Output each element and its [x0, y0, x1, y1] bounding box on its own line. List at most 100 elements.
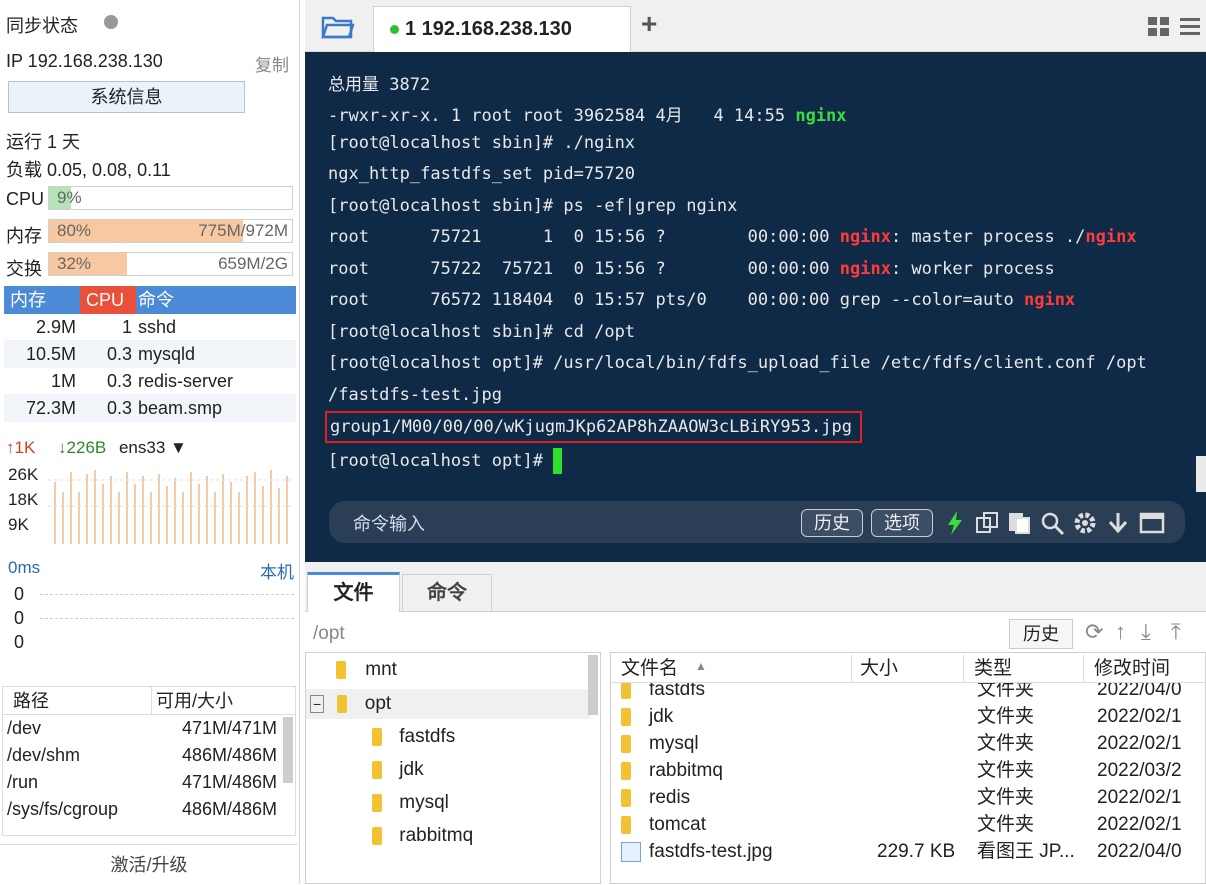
sync-status-label: 同步状态 — [6, 16, 78, 36]
table-row[interactable]: jdk 文件夹 2022/02/1 — [611, 703, 1205, 730]
file-modified: 2022/04/0 — [1097, 841, 1182, 862]
add-tab-button[interactable]: + — [641, 8, 657, 40]
command-input[interactable]: 命令输入 — [353, 510, 425, 536]
terminal-highlight: nginx — [839, 227, 891, 247]
tab-commands[interactable]: 命令 — [402, 574, 492, 612]
activate-upgrade-button[interactable]: 激活/升级 — [0, 844, 298, 884]
col-path[interactable]: 路径 — [13, 687, 49, 715]
download-icon[interactable]: ⤓ — [1141, 619, 1151, 645]
arrow-up-icon[interactable]: ↑ — [1115, 619, 1126, 645]
terminal-highlight: nginx — [1085, 227, 1137, 247]
current-path[interactable]: /opt — [313, 623, 345, 645]
folder-icon — [337, 694, 348, 713]
proc-cpu: 0.3 — [106, 371, 132, 391]
col-type[interactable]: 类型 — [963, 655, 1012, 682]
table-row[interactable]: fastdfs-test.jpg 229.7 KB 看图王 JP... 2022/04… — [611, 838, 1205, 865]
file-list: 文件名 ▲ 大小 类型 修改时间 fastdfs 文件夹 2022/04/0 jdk 文件… — [610, 652, 1206, 884]
proc-cmd: mysqld — [138, 344, 196, 364]
terminal-prompt: [root@localhost opt]# — [328, 448, 563, 474]
dropdown-icon[interactable]: ▼ — [165, 438, 187, 457]
tree-label: jdk — [399, 759, 424, 780]
table-row[interactable]: /dev 471M/471M — [3, 715, 295, 742]
disk-scrollbar[interactable] — [283, 717, 293, 783]
file-modified: 2022/02/1 — [1097, 814, 1182, 835]
tree-item-fastdfs[interactable]: fastdfs — [372, 726, 455, 748]
tree-item-rabbitmq[interactable]: rabbitmq — [372, 825, 473, 847]
splitter[interactable] — [305, 562, 1206, 572]
tree-item-opt[interactable]: − opt — [310, 693, 391, 715]
table-row[interactable]: redis 文件夹 2022/02/1 — [611, 784, 1205, 811]
tree-item-mysql[interactable]: mysql — [372, 792, 449, 814]
folder-icon — [621, 784, 631, 811]
file-name: fastdfs-test.jpg — [649, 841, 773, 862]
lightning-icon[interactable] — [945, 510, 965, 536]
terminal-text: root 76572 118404 0 15:57 pts/0 00:00:00… — [328, 290, 1024, 310]
tab-session[interactable]: 1 192.168.238.130 — [373, 6, 631, 53]
swap-detail: 659M/2G — [218, 254, 288, 273]
folder-icon — [621, 811, 631, 838]
table-row[interactable]: 1M 0.3 redis-server — [4, 368, 296, 395]
upload-icon[interactable]: ⤒ — [1171, 619, 1181, 645]
proc-cpu: 0.3 — [106, 344, 132, 364]
col-size[interactable]: 大小 — [851, 655, 898, 682]
table-row[interactable]: /sys/fs/cgroup 486M/486M — [3, 796, 295, 823]
system-info-button[interactable]: 系统信息 — [8, 81, 245, 113]
directory-tree: mnt − opt fastdfs jdk mysql rabbitmq — [305, 652, 601, 884]
swap-value: 32% — [57, 254, 92, 273]
swap-bar: 32% 659M/2G — [48, 252, 293, 276]
disk-path: /dev — [7, 718, 42, 738]
options-button[interactable]: 选项 — [871, 509, 933, 537]
file-modified: 2022/02/1 — [1097, 787, 1182, 808]
path-history-button[interactable]: 历史 — [1009, 619, 1073, 649]
col-cmd[interactable]: 命令 — [138, 286, 174, 314]
table-row[interactable]: 2.9M 1 sshd — [4, 314, 296, 341]
table-row[interactable]: 72.3M 0.3 beam.smp — [4, 395, 296, 422]
collapse-icon[interactable]: − — [310, 695, 325, 713]
copy-icon[interactable] — [975, 512, 1001, 534]
ping-value: 0 — [14, 608, 25, 628]
terminal-scrollbar[interactable] — [1196, 456, 1206, 492]
proc-mem: 1M — [50, 371, 76, 391]
col-mem[interactable]: 内存 — [10, 286, 46, 314]
table-row[interactable]: tomcat 文件夹 2022/02/1 — [611, 811, 1205, 838]
terminal[interactable]: 总用量 3872 -rwxr-xr-x. 1 root root 3962584… — [305, 52, 1206, 562]
arrow-up-icon: ↑ — [6, 438, 15, 457]
copy-link[interactable]: 复制 — [255, 51, 289, 76]
col-filename[interactable]: 文件名 — [621, 655, 678, 682]
tab-title: 1 192.168.238.130 — [405, 18, 572, 40]
ping-host[interactable]: 本机 — [260, 558, 294, 583]
paste-icon[interactable] — [1007, 512, 1033, 534]
terminal-line: 总用量 3872 — [328, 75, 431, 95]
col-size[interactable]: 可用/大小 — [151, 687, 233, 715]
arrow-down-icon[interactable] — [1107, 511, 1129, 535]
table-row[interactable]: mysql 文件夹 2022/02/1 — [611, 730, 1205, 757]
gear-icon[interactable] — [1073, 511, 1097, 535]
terminal-text: root 75722 75721 0 15:56 ? 00:00:00 — [328, 259, 840, 279]
image-file-icon — [621, 838, 641, 865]
command-input-bar[interactable]: 命令输入 历史 选项 — [329, 501, 1185, 543]
folder-open-icon[interactable] — [321, 12, 355, 40]
tree-item-jdk[interactable]: jdk — [372, 759, 424, 781]
col-cpu[interactable]: CPU — [80, 286, 136, 314]
grid-layout-icon[interactable] — [1147, 16, 1171, 38]
menu-icon[interactable] — [1179, 16, 1201, 38]
tab-files[interactable]: 文件 — [307, 572, 400, 612]
table-row[interactable]: /run 471M/486M — [3, 769, 295, 796]
status-dot-icon — [104, 15, 118, 29]
refresh-icon[interactable]: ⟳ — [1085, 619, 1103, 645]
net-interface[interactable]: ens33 — [119, 438, 165, 457]
table-row[interactable]: /dev/shm 486M/486M — [3, 742, 295, 769]
search-icon[interactable] — [1041, 512, 1065, 536]
file-modified: 2022/02/1 — [1097, 706, 1182, 727]
history-button[interactable]: 历史 — [801, 509, 863, 537]
col-modified[interactable]: 修改时间 — [1083, 655, 1170, 682]
table-row[interactable]: rabbitmq 文件夹 2022/03/2 — [611, 757, 1205, 784]
window-icon[interactable] — [1139, 512, 1165, 534]
mem-bar: 80% 775M/972M — [48, 219, 293, 243]
tree-scrollbar[interactable] — [588, 655, 598, 715]
tree-label: opt — [364, 693, 392, 714]
terminal-line: ngx_http_fastdfs_set pid=75720 — [328, 164, 636, 184]
highlighted-file-id: group1/M00/00/00/wKjugmJKp62AP8hZAAOW3cL… — [325, 411, 862, 443]
tree-item-mnt[interactable]: mnt — [336, 659, 397, 681]
table-row[interactable]: 10.5M 0.3 mysqld — [4, 341, 296, 368]
